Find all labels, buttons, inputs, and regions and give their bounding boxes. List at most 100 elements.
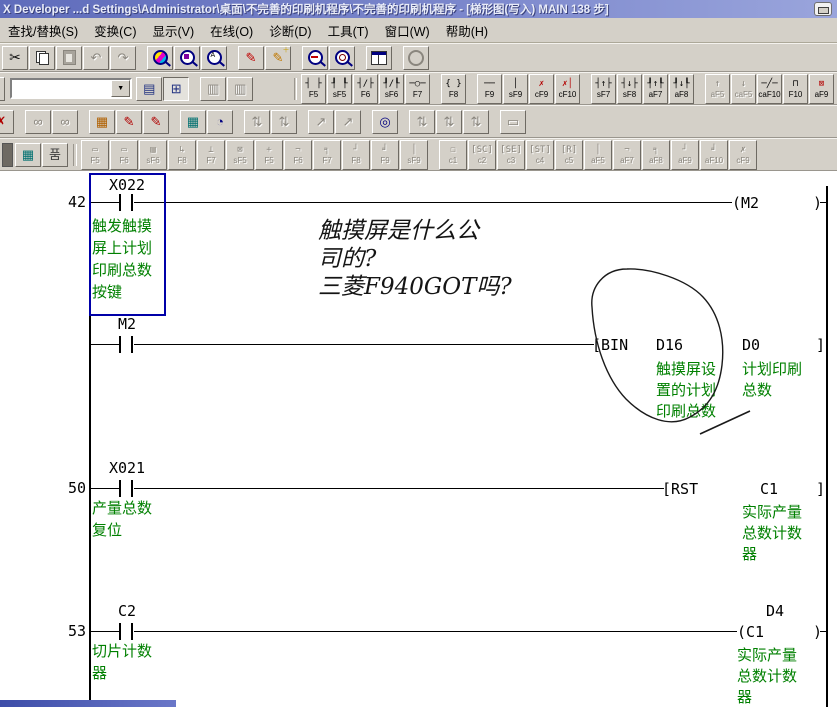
copy-icon[interactable]: [29, 46, 55, 70]
menu-item[interactable]: 诊断(D): [261, 18, 319, 43]
rung-line: [134, 344, 594, 345]
rung-line: [90, 344, 120, 345]
edit-line[interactable]: ⊓ F10: [783, 74, 808, 104]
power-rail-right: [826, 186, 828, 707]
sfc-line-af7: ¬ aF7: [613, 140, 641, 170]
parallel-falling-pulse[interactable]: ┦↓┞ aF8: [669, 74, 694, 104]
operand-d0[interactable]: D0: [742, 336, 760, 354]
menu-item[interactable]: 在线(O): [202, 18, 261, 43]
write-mode-icon[interactable]: [238, 46, 264, 70]
menu-item[interactable]: 变换(C): [86, 18, 144, 43]
find-string-icon[interactable]: [201, 46, 227, 70]
tile-window-icon[interactable]: [366, 46, 392, 70]
structure-list-icon[interactable]: 품: [42, 143, 68, 167]
delete-horizontal-line[interactable]: ✗ cF9: [529, 74, 554, 104]
paste-icon: [56, 46, 82, 70]
instruction-rst[interactable]: [RST: [662, 480, 698, 498]
open-contact[interactable]: ┤ ├ F5: [301, 74, 326, 104]
device-comment-icon[interactable]: ▦: [180, 110, 206, 134]
find-device-icon[interactable]: [174, 46, 200, 70]
sfc-rule-se: [SE] c3: [497, 140, 525, 170]
contact-device-m2[interactable]: M2: [99, 315, 155, 333]
screen-jump-icon: ↗: [308, 110, 334, 134]
insert-mode-icon[interactable]: [265, 46, 291, 70]
clock-setting-icon[interactable]: ◔: [207, 110, 233, 134]
monitor-stop-icon: ∞: [52, 110, 78, 134]
menu-item[interactable]: 查找/替换(S): [0, 18, 86, 43]
toolbar-program: ✗ ∞ ∞ ▦ ✎ ✎: [0, 105, 837, 138]
coil-m2[interactable]: (M2: [732, 194, 759, 212]
find-instruction-icon[interactable]: ◎: [372, 110, 398, 134]
ladder-edit-icon[interactable]: ▦: [89, 110, 115, 134]
contact-device-x021[interactable]: X021: [99, 459, 155, 477]
step-number: 50: [56, 479, 86, 497]
comment-line: 总数计数: [737, 666, 797, 687]
rung-line: [820, 631, 827, 632]
comment-display-icon[interactable]: ▤: [136, 77, 162, 101]
project-data-list-icon: [403, 46, 429, 70]
data-list-icon[interactable]: ▦: [15, 143, 41, 167]
operand-d16[interactable]: D16: [656, 336, 683, 354]
comment-line: 计划印刷: [742, 359, 802, 380]
device-memory-icon: ▥: [227, 77, 253, 101]
annotation-line: 触摸屏是什么公: [318, 217, 512, 245]
monitor-mode-icon: ∞: [25, 110, 51, 134]
comment-line: 触摸屏设: [656, 359, 716, 380]
combo-dropdown-button[interactable]: ▼: [111, 80, 130, 97]
undo-icon: [83, 46, 109, 70]
contact-bar: [119, 623, 121, 640]
device-combo-input[interactable]: [12, 80, 111, 97]
sfc-rule-st: [ST] c4: [526, 140, 554, 170]
sfc-convergence-double: ╛ F9: [371, 140, 399, 170]
menu-item[interactable]: 工具(T): [320, 18, 377, 43]
sfc-line-af9: ┘ aF9: [671, 140, 699, 170]
ladder-editor[interactable]: 42 X022 触发触摸屏上计划印刷总数按键 (M2 ) 触摸屏是什么公司的?三…: [0, 170, 837, 707]
coil[interactable]: ─○─ F7: [405, 74, 430, 104]
minimize-button[interactable]: [814, 2, 832, 16]
find-contact-icon[interactable]: [302, 46, 328, 70]
sfc-dummy-step: ▤ sF6: [139, 140, 167, 170]
sfc-left-buttons: ▦ 품: [15, 143, 69, 167]
toolbar-separator: [294, 78, 297, 100]
falling-pulse[interactable]: ┤↓├ sF8: [617, 74, 642, 104]
comment-line: 复位: [92, 520, 152, 542]
toolbar-ladder: ┤ ▼ ▤ ⊞ ▥ ▥: [0, 72, 837, 105]
contact-device-c2[interactable]: C2: [99, 602, 155, 620]
statement-edit-icon[interactable]: ✎: [143, 110, 169, 134]
delete-line[interactable]: ⊠ aF9: [809, 74, 834, 104]
delete-vertical-line[interactable]: ✗│ cF10: [555, 74, 580, 104]
menu-item[interactable]: 帮助(H): [438, 18, 496, 43]
comment-line: 器: [737, 687, 797, 707]
device-comment-edit-icon[interactable]: ✎: [116, 110, 142, 134]
device-test-icon[interactable]: ✗: [0, 110, 14, 134]
coil-close-paren: ): [813, 623, 822, 641]
rising-pulse-op: ↑ aF5: [705, 74, 730, 104]
sfc-line-af10: ╛ aF10: [700, 140, 728, 170]
parallel-open-contact[interactable]: ┦ ┞ sF5: [327, 74, 352, 104]
statement-display-icon[interactable]: ⊞: [163, 77, 189, 101]
sfc-step-f5: ▭ F5: [81, 140, 109, 170]
horizontal-line[interactable]: ── F9: [477, 74, 502, 104]
vertical-line[interactable]: │ sF9: [503, 74, 528, 104]
counter-setpoint-d4: D4: [766, 602, 784, 620]
comment-line: 切片计数: [92, 641, 152, 663]
sfc-delete-cf9: ✗ cF9: [729, 140, 757, 170]
screen-jump-back-icon: ↗: [335, 110, 361, 134]
instruction-bin[interactable]: [BIN: [592, 336, 628, 354]
closed-contact[interactable]: ┤/├ F6: [353, 74, 378, 104]
find-icon[interactable]: [147, 46, 173, 70]
application-instruction[interactable]: { } F8: [441, 74, 466, 104]
comment-line: 印刷总数: [656, 401, 716, 422]
operand-c1[interactable]: C1: [760, 480, 778, 498]
coil-c1[interactable]: (C1: [737, 623, 764, 641]
parallel-rising-pulse[interactable]: ┦↑┞ aF7: [643, 74, 668, 104]
gx-developer-window: X Developer ...d Settings\Administrator\…: [0, 0, 837, 707]
instruction-close-bracket: ]: [816, 480, 825, 498]
rising-pulse[interactable]: ┤↑├ sF7: [591, 74, 616, 104]
menu-item[interactable]: 窗口(W): [377, 18, 438, 43]
find-coil-icon[interactable]: [329, 46, 355, 70]
menu-item[interactable]: 显示(V): [145, 18, 203, 43]
cut-icon[interactable]: [2, 46, 28, 70]
invert-operation[interactable]: ─╱─ caF10: [757, 74, 782, 104]
parallel-closed-contact[interactable]: ┦/┞ sF6: [379, 74, 404, 104]
